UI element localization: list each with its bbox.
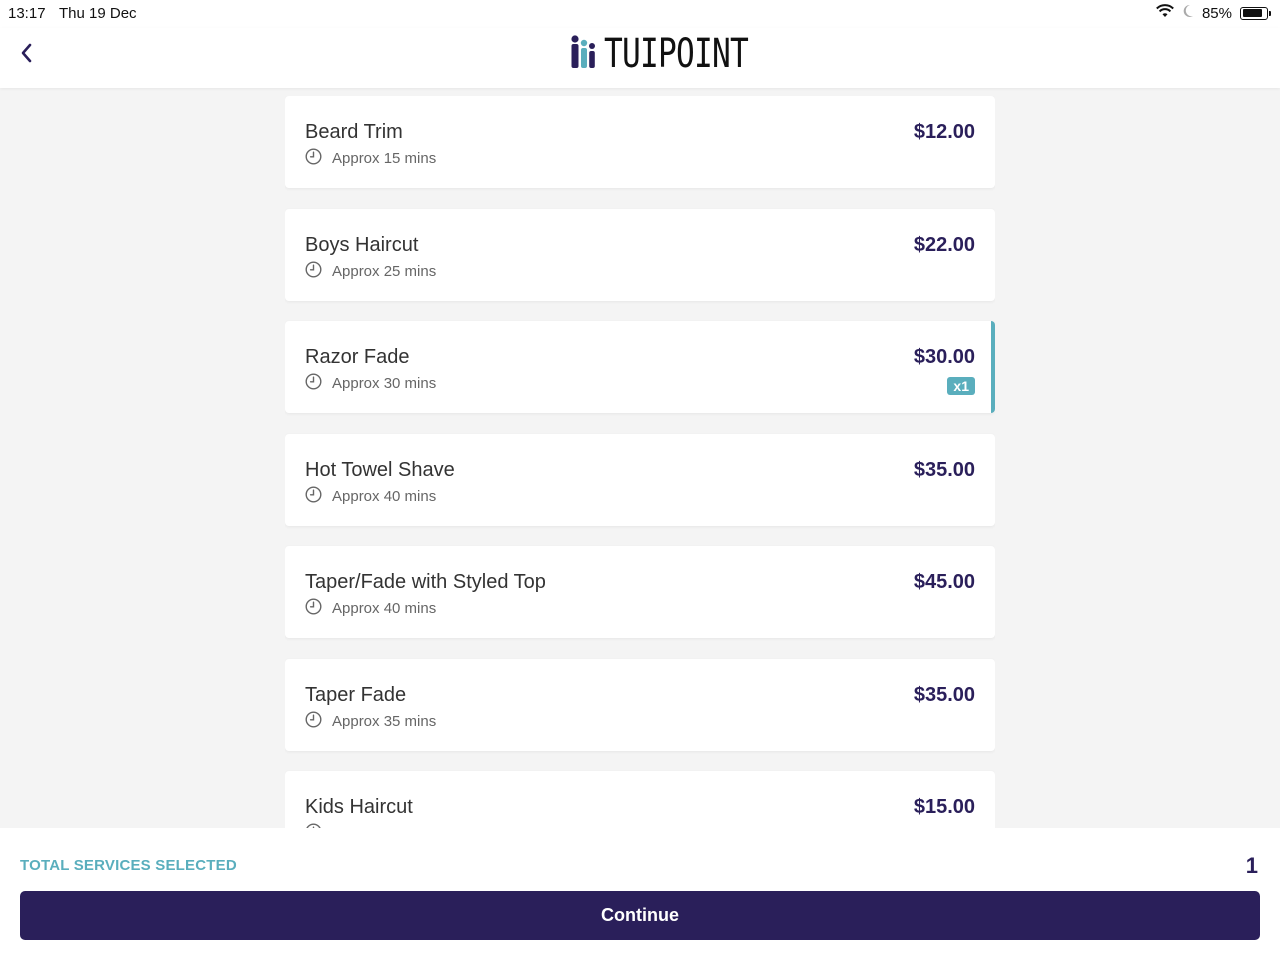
service-name: Razor Fade [305, 346, 410, 368]
clock-icon [305, 148, 322, 169]
moon-icon [1182, 4, 1194, 22]
service-price: $30.00 [913, 346, 975, 368]
navigation-bar: TUIPOINT [0, 28, 1280, 88]
status-time: 13:17 [8, 5, 46, 22]
back-button[interactable] [14, 40, 38, 70]
service-card[interactable]: Kids Haircut $15.00 [285, 771, 995, 828]
battery-fill [1242, 9, 1263, 17]
service-duration: Approx 35 mins [305, 710, 437, 732]
service-duration-text: Approx 25 mins [332, 262, 437, 280]
clock-icon [305, 485, 322, 507]
service-duration: Approx 15 mins [305, 148, 436, 169]
service-duration-text: Approx 30 mins [332, 375, 437, 392]
service-name: Boys Haircut [305, 233, 419, 256]
total-services-count: 1 [1245, 853, 1258, 878]
logo-text: TUIPOINT [604, 31, 749, 77]
wifi-icon [1156, 4, 1174, 22]
chevron-left-icon [19, 42, 33, 69]
quantity-badge: x1 [947, 377, 975, 395]
service-price: $35.00 [913, 683, 975, 706]
service-card[interactable]: Beard Trim Approx 15 mins $12.00 [285, 96, 995, 188]
battery-icon [1240, 6, 1271, 20]
service-duration: Approx 40 mins [305, 598, 436, 619]
service-duration-text: Approx 35 mins [332, 712, 437, 730]
service-card[interactable]: Razor Fade Approx 30 mins $30.00 x1 [285, 321, 995, 413]
status-bar: 13:17 Thu 19 Dec 85% [0, 0, 1280, 28]
service-name: Beard Trim [305, 121, 403, 143]
status-date: Thu 19 Dec [59, 5, 137, 22]
service-duration: Approx 25 mins [305, 260, 437, 282]
service-price: $15.00 [913, 796, 975, 818]
clock-icon [305, 373, 322, 394]
service-name: Taper/Fade with Styled Top [305, 571, 546, 593]
service-name: Hot Towel Shave [305, 458, 455, 481]
footer: TOTAL SERVICES SELECTED 1 Continue [0, 828, 1280, 960]
clock-icon [305, 260, 322, 282]
logo-people-icon [570, 34, 600, 75]
service-card[interactable]: Taper/Fade with Styled Top Approx 40 mins… [285, 546, 995, 638]
total-services-label: TOTAL SERVICES SELECTED [20, 857, 237, 874]
service-card[interactable]: Taper Fade Approx 35 mins $35.00 [285, 658, 995, 751]
clock-icon [305, 598, 322, 619]
status-indicators: 85% [1156, 4, 1271, 22]
service-card[interactable]: Boys Haircut Approx 25 mins $22.00 [285, 208, 995, 301]
service-price: $12.00 [913, 121, 975, 143]
service-price: $45.00 [913, 571, 975, 593]
service-duration-text: Approx 40 mins [332, 487, 437, 505]
service-card[interactable]: Hot Towel Shave Approx 40 mins $35.00 [285, 433, 995, 526]
service-name: Taper Fade [305, 683, 407, 706]
service-duration-text: Approx 15 mins [332, 150, 437, 167]
battery-percent: 85% [1201, 4, 1232, 22]
service-list: Beard Trim Approx 15 mins $12.00 Boys Hairc… [285, 96, 995, 828]
service-duration: Approx 30 mins [305, 373, 436, 394]
service-duration: Approx 40 mins [305, 485, 437, 507]
continue-button[interactable]: Continue [20, 891, 1260, 940]
service-price: $35.00 [913, 458, 975, 481]
service-price: $22.00 [913, 233, 975, 256]
tuipoint-logo: TUIPOINT [570, 34, 789, 74]
service-duration-text: Approx 40 mins [332, 600, 437, 617]
service-name: Kids Haircut [305, 796, 413, 818]
clock-icon [305, 710, 322, 732]
